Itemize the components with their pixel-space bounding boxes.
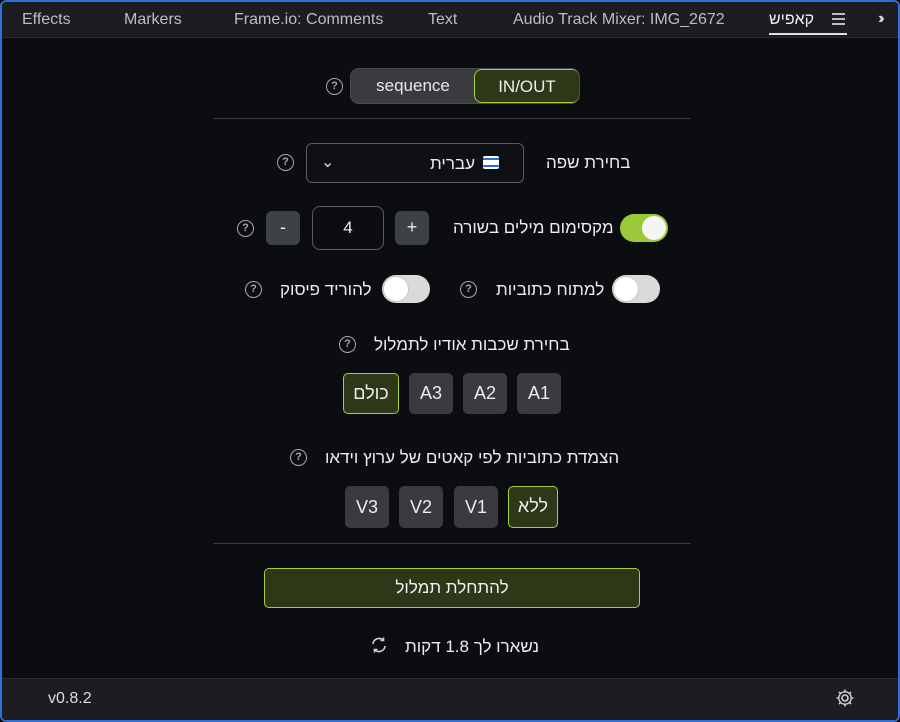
video-cut-v2[interactable]: V2	[399, 486, 443, 528]
toggle-knob	[642, 216, 666, 240]
stretch-subtitles-label: למתוח כתוביות	[496, 280, 605, 299]
audio-layers-label: בחירת שכבות אודיו לתמלול	[374, 335, 570, 354]
help-icon[interactable]: ?	[290, 449, 307, 466]
help-icon[interactable]: ?	[339, 336, 356, 353]
stretch-subtitles-toggle[interactable]	[612, 275, 660, 303]
tab-bar: Effects Markers Frame.io: Comments Text …	[2, 2, 898, 38]
remaining-minutes: נשארו לך 1.8 דקות	[405, 637, 540, 656]
mode-sequence-button[interactable]: sequence	[351, 69, 475, 103]
help-icon[interactable]: ?	[245, 281, 262, 298]
help-icon[interactable]: ?	[277, 154, 294, 171]
audio-layer-a3[interactable]: A3	[409, 373, 453, 414]
language-select[interactable]: עברית ⌄	[306, 143, 524, 183]
tab-frameio-comments[interactable]: Frame.io: Comments	[234, 11, 383, 29]
mode-inout-button[interactable]: IN/OUT	[474, 69, 579, 103]
refresh-icon[interactable]	[370, 636, 388, 654]
video-cuts-label: הצמדת כתוביות לפי קאטים של ערוץ וידאו	[325, 448, 620, 467]
audio-layer-all[interactable]: כולם	[343, 373, 399, 414]
israel-flag-icon	[483, 156, 499, 169]
divider	[213, 543, 691, 544]
audio-layer-a1[interactable]: A1	[517, 373, 561, 414]
active-tab-indicator	[769, 33, 847, 35]
footer: v0.8.2	[2, 678, 898, 720]
video-cut-v3[interactable]: V3	[345, 486, 389, 528]
language-value: עברית	[430, 154, 475, 173]
toggle-knob	[614, 277, 638, 301]
panel-frame: Effects Markers Frame.io: Comments Text …	[0, 0, 900, 722]
tab-effects[interactable]: Effects	[22, 11, 71, 29]
chevron-down-icon: ⌄	[321, 154, 335, 171]
tab-audio-track-mixer[interactable]: Audio Track Mixer: IMG_2672	[513, 11, 725, 29]
toggle-knob	[384, 277, 408, 301]
decrement-button[interactable]: -	[266, 211, 300, 245]
language-label: בחירת שפה	[546, 153, 631, 172]
menu-icon[interactable]	[832, 13, 845, 25]
help-icon[interactable]: ?	[237, 220, 254, 237]
chevrons-right-icon[interactable]: ››	[878, 10, 884, 28]
audio-layer-a2[interactable]: A2	[463, 373, 507, 414]
video-cut-v1[interactable]: V1	[454, 486, 498, 528]
max-words-value[interactable]: 4	[312, 206, 384, 250]
increment-button[interactable]: +	[395, 211, 429, 245]
gear-icon[interactable]	[835, 688, 855, 708]
max-words-toggle[interactable]	[620, 214, 668, 242]
video-cut-none[interactable]: ללא	[508, 486, 558, 528]
start-transcription-button[interactable]: להתחלת תמלול	[264, 568, 640, 608]
divider	[213, 118, 691, 119]
help-icon[interactable]: ?	[460, 281, 477, 298]
remove-punctuation-label: להוריד פיסוק	[280, 280, 372, 299]
tab-text[interactable]: Text	[428, 11, 457, 29]
tab-kapish[interactable]: קאפיש	[769, 11, 814, 29]
max-words-label: מקסימום מילים בשורה	[453, 218, 614, 237]
help-icon[interactable]: ?	[326, 78, 343, 95]
tab-markers[interactable]: Markers	[124, 11, 182, 29]
mode-toggle: sequence IN/OUT	[350, 68, 580, 104]
remove-punctuation-toggle[interactable]	[382, 275, 430, 303]
version-label: v0.8.2	[48, 690, 92, 707]
